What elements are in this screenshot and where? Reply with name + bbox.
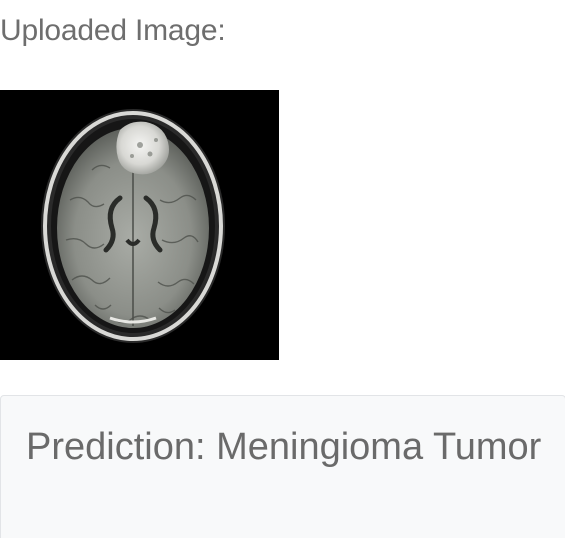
mri-scan-graphic (0, 90, 279, 360)
prediction-card: Prediction: Meningioma Tumor (0, 395, 565, 538)
uploaded-image-heading: Uploaded Image: (0, 14, 226, 47)
uploaded-mri-image (0, 90, 279, 360)
prediction-result: Prediction: Meningioma Tumor (26, 426, 542, 468)
page: Uploaded Image: Prediction: Meningioma T… (0, 0, 565, 538)
